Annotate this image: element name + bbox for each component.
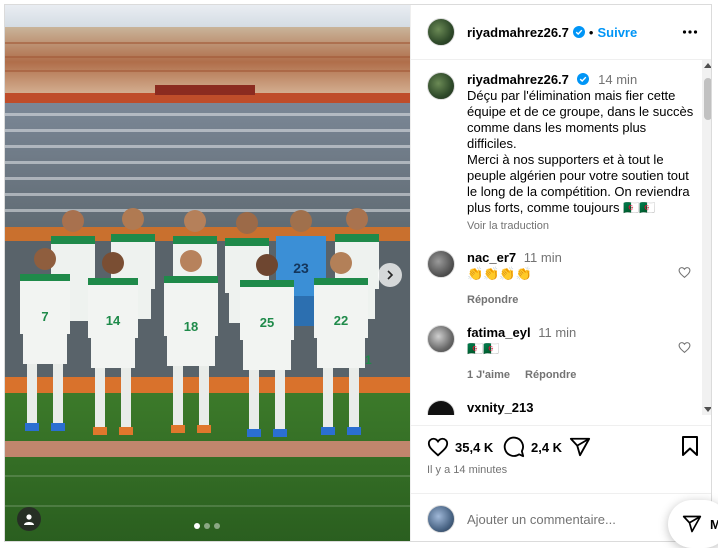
- comment-username[interactable]: nac_er7: [467, 250, 516, 265]
- post-dialog: 23 21: [4, 4, 712, 542]
- messages-button[interactable]: M: [668, 500, 718, 548]
- bookmark-icon[interactable]: [681, 436, 699, 456]
- comment-time[interactable]: 11 min: [524, 250, 562, 265]
- jersey-number: 14: [106, 313, 121, 328]
- caption-time[interactable]: 14 min: [598, 72, 637, 87]
- separator-dot: •: [588, 24, 594, 40]
- add-comment-input[interactable]: Ajouter un commentaire...: [467, 512, 616, 527]
- comment-text: 👏👏👏👏: [467, 266, 532, 281]
- reply-button[interactable]: Répondre: [467, 294, 518, 306]
- add-comment-bar: Ajouter un commentaire...: [411, 493, 711, 541]
- comment-username[interactable]: vxnity_213: [467, 400, 534, 415]
- caption-paragraph-2: Merci à nos supporters et à tout le peup…: [467, 152, 690, 215]
- post-actions-bar: 35,4 K 2,4 K: [411, 425, 711, 466]
- scrollbar-thumb[interactable]: [704, 78, 711, 120]
- carousel-dot: [214, 523, 220, 529]
- scroll-down-arrow-icon[interactable]: [704, 407, 711, 412]
- jersey-number: 18: [184, 319, 198, 334]
- verified-badge-icon: [572, 26, 585, 38]
- avatar[interactable]: [427, 18, 455, 46]
- post-media[interactable]: 23 21: [5, 5, 410, 541]
- comment-action[interactable]: 2,4 K: [503, 436, 562, 458]
- avatar[interactable]: [427, 400, 455, 415]
- heart-icon[interactable]: [427, 436, 449, 458]
- comment-username[interactable]: fatima_eyl: [467, 325, 531, 340]
- jersey-number: 22: [334, 313, 348, 328]
- comment-item: vxnity_213: [427, 400, 697, 415]
- current-user-avatar: [427, 505, 455, 533]
- share-paper-plane-icon[interactable]: [569, 436, 591, 458]
- carousel-dot-active: [194, 523, 200, 529]
- carousel-dots: [194, 523, 220, 529]
- comment-text: 🇩🇿🇩🇿: [467, 341, 500, 356]
- post-caption: riyadmahrez26.7 14 min Déçu par l'élimin…: [427, 72, 697, 234]
- heart-icon[interactable]: [678, 266, 691, 279]
- comment-time[interactable]: 11 min: [538, 325, 576, 340]
- comments-scrollbar[interactable]: [702, 60, 711, 415]
- messages-label: M: [710, 516, 718, 532]
- like-action[interactable]: 35,4 K: [427, 436, 493, 458]
- chevron-right-icon: [387, 270, 394, 280]
- tagged-users-button[interactable]: [17, 507, 41, 531]
- follow-button[interactable]: Suivre: [597, 25, 637, 40]
- post-side-panel: riyadmahrez26.7 • Suivre riyadmahrez26.7: [410, 5, 711, 541]
- jersey-number: 7: [41, 309, 48, 324]
- carousel-next-button[interactable]: [378, 263, 402, 287]
- reply-button[interactable]: Répondre: [525, 369, 576, 381]
- post-timestamp[interactable]: Il y a 14 minutes: [427, 464, 507, 476]
- user-icon: [24, 514, 34, 525]
- verified-badge-icon: [576, 73, 589, 85]
- comment-likes[interactable]: 1 J'aime: [467, 369, 510, 381]
- avatar[interactable]: [427, 325, 455, 353]
- comment-bubble-icon[interactable]: [503, 436, 525, 458]
- paper-plane-icon: [682, 515, 702, 533]
- jersey-number: 23: [293, 260, 309, 276]
- avatar[interactable]: [427, 72, 455, 100]
- comment-item: fatima_eyl 11 min 🇩🇿🇩🇿 1 J'aime Répondre: [427, 325, 697, 381]
- post-author-username[interactable]: riyadmahrez26.7: [467, 25, 569, 40]
- comments-list[interactable]: riyadmahrez26.7 14 min Déçu par l'élimin…: [411, 60, 699, 415]
- share-action[interactable]: [569, 436, 591, 458]
- post-header: riyadmahrez26.7 • Suivre: [411, 5, 711, 60]
- comment-item: nac_er7 11 min 👏👏👏👏 Répondre: [427, 250, 697, 306]
- avatar[interactable]: [427, 250, 455, 278]
- save-action[interactable]: [681, 436, 699, 456]
- likes-count[interactable]: 35,4 K: [455, 440, 493, 455]
- heart-icon[interactable]: [678, 341, 691, 354]
- carousel-dot: [204, 523, 210, 529]
- caption-paragraph-1: Déçu par l'élimination mais fier cette é…: [467, 88, 694, 151]
- team-photo: 23 21: [5, 5, 410, 541]
- see-translation-link[interactable]: Voir la traduction: [467, 218, 697, 234]
- jersey-number: 25: [260, 315, 274, 330]
- caption-username[interactable]: riyadmahrez26.7: [467, 72, 569, 87]
- comments-count[interactable]: 2,4 K: [531, 440, 562, 455]
- more-horizontal-icon[interactable]: [682, 24, 698, 40]
- scroll-up-arrow-icon[interactable]: [704, 63, 711, 68]
